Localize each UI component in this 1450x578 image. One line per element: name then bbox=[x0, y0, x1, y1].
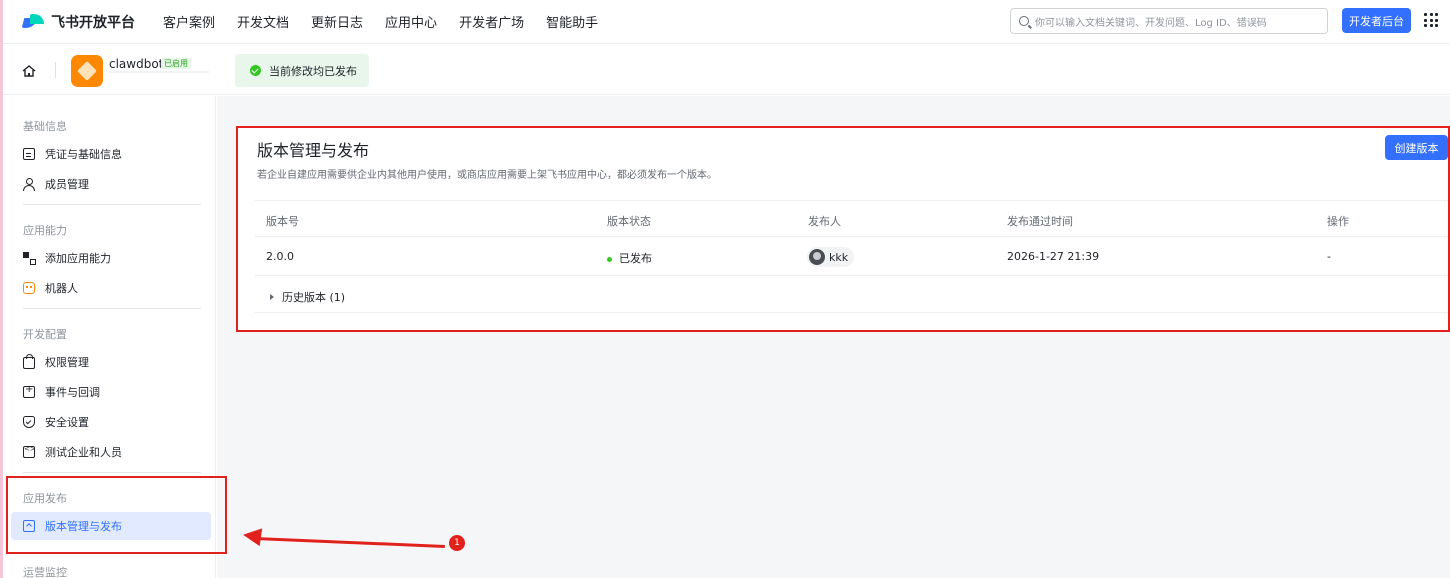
page-title: 版本管理与发布 bbox=[257, 141, 370, 160]
sidebar-item-label: 版本管理与发布 bbox=[45, 520, 122, 533]
upload-icon bbox=[23, 520, 35, 532]
robot-icon bbox=[23, 282, 35, 294]
feishu-logo[interactable]: 飞书开放平台 bbox=[21, 12, 135, 32]
logo-text: 飞书开放平台 bbox=[51, 14, 135, 31]
caret-right-icon bbox=[270, 294, 274, 300]
nav-ai-assistant[interactable]: 智能助手 bbox=[546, 12, 598, 31]
app-header-bar: clawdbot 已启用 当前修改均已发布 bbox=[3, 45, 1450, 95]
sidebar-item-label: 成员管理 bbox=[45, 178, 89, 191]
divider bbox=[23, 472, 201, 473]
search-placeholder: 你可以输入文档关键词、开发问题、Log ID、错误码 bbox=[1035, 17, 1267, 29]
avatar bbox=[809, 249, 825, 265]
nav-app-center[interactable]: 应用中心 bbox=[385, 12, 437, 31]
check-circle-icon bbox=[250, 65, 261, 76]
table-row: 2.0.0 已发布 kkk 2026-1-27 21:39 - bbox=[255, 238, 1448, 276]
nav-customer-cases[interactable]: 客户案例 bbox=[163, 12, 215, 31]
sidebar-item-label: 权限管理 bbox=[45, 356, 89, 369]
action-cell: - bbox=[1327, 250, 1331, 263]
sidebar-item-test-users[interactable]: 测试企业和人员 bbox=[11, 438, 211, 466]
sidebar-item-members[interactable]: 成员管理 bbox=[11, 170, 211, 198]
sidebar-item-add-capability[interactable]: 添加应用能力 bbox=[11, 244, 211, 272]
status-text: 已发布 bbox=[619, 252, 652, 265]
sidebar-item-label: 添加应用能力 bbox=[45, 252, 111, 265]
sidebar-item-events[interactable]: 事件与回调 bbox=[11, 378, 211, 406]
sidebar-item-label: 安全设置 bbox=[45, 416, 89, 429]
sidebar-item-credentials[interactable]: 凭证与基础信息 bbox=[11, 140, 211, 168]
developer-console-button[interactable]: 开发者后台 bbox=[1342, 8, 1411, 33]
sidebar-group-capabilities: 应用能力 bbox=[23, 224, 67, 237]
nav-menu: 客户案例 开发文档 更新日志 应用中心 开发者广场 智能助手 bbox=[163, 12, 620, 31]
annotation-step-marker: 1 bbox=[449, 535, 465, 551]
app-grid-icon[interactable] bbox=[1424, 13, 1438, 27]
home-icon[interactable] bbox=[22, 65, 36, 77]
lock-icon bbox=[23, 354, 35, 369]
nav-changelog[interactable]: 更新日志 bbox=[311, 12, 363, 31]
version-number: 2.0.0 bbox=[266, 250, 294, 263]
publish-time: 2026-1-27 21:39 bbox=[1007, 250, 1100, 263]
sidebar-group-dev-config: 开发配置 bbox=[23, 328, 67, 341]
publisher-chip[interactable]: kkk bbox=[807, 247, 855, 267]
sidebar-item-version-release[interactable]: 版本管理与发布 bbox=[11, 512, 211, 540]
sidebar-item-label: 凭证与基础信息 bbox=[45, 148, 122, 161]
sidebar-item-label: 机器人 bbox=[45, 282, 78, 295]
sidebar-group-monitoring: 运营监控 bbox=[23, 566, 67, 578]
sidebar-item-label: 测试企业和人员 bbox=[45, 446, 122, 459]
app-avatar[interactable] bbox=[71, 55, 103, 87]
app-name: clawdbot bbox=[109, 57, 164, 71]
sidebar-item-label: 事件与回调 bbox=[45, 386, 100, 399]
column-header-version: 版本号 bbox=[266, 215, 299, 228]
app-status-badge: 已启用 bbox=[161, 58, 191, 69]
sidebar-group-release: 应用发布 bbox=[23, 492, 67, 505]
create-version-button[interactable]: 创建版本 bbox=[1385, 135, 1448, 160]
nav-dev-docs[interactable]: 开发文档 bbox=[237, 12, 289, 31]
history-versions-row[interactable]: 历史版本 (1) bbox=[255, 277, 1448, 313]
column-header-action: 操作 bbox=[1327, 215, 1349, 228]
card-icon bbox=[23, 148, 35, 160]
code-icon bbox=[23, 445, 36, 458]
status-dot-icon bbox=[607, 256, 612, 262]
column-header-time: 发布通过时间 bbox=[1007, 215, 1073, 228]
cube-icon bbox=[77, 61, 97, 81]
history-versions-toggle[interactable]: 历史版本 (1) bbox=[270, 289, 345, 305]
version-status: 已发布 bbox=[607, 250, 652, 266]
history-label: 历史版本 (1) bbox=[282, 291, 346, 304]
app-subtitle bbox=[109, 71, 209, 73]
publisher-name: kkk bbox=[829, 250, 849, 264]
column-header-status: 版本状态 bbox=[607, 215, 651, 228]
shield-icon bbox=[23, 416, 35, 428]
event-icon bbox=[23, 384, 35, 398]
divider bbox=[23, 308, 201, 309]
sidebar: 基础信息 凭证与基础信息 成员管理 应用能力 添加应用能力 机器人 开发配置 权… bbox=[3, 96, 216, 578]
table-header: 版本号 版本状态 发布人 发布通过时间 操作 bbox=[255, 200, 1448, 237]
divider bbox=[23, 204, 201, 205]
publish-status-banner: 当前修改均已发布 bbox=[235, 54, 369, 87]
nav-dev-square[interactable]: 开发者广场 bbox=[459, 12, 524, 31]
add-grid-icon bbox=[23, 252, 36, 265]
sidebar-group-basic: 基础信息 bbox=[23, 120, 67, 133]
column-header-publisher: 发布人 bbox=[808, 215, 841, 228]
feishu-logo-icon bbox=[21, 13, 45, 30]
annotation-arrow-head-icon bbox=[241, 525, 263, 547]
sidebar-item-bot[interactable]: 机器人 bbox=[11, 274, 211, 302]
publish-status-text: 当前修改均已发布 bbox=[269, 64, 357, 78]
sidebar-item-permissions[interactable]: 权限管理 bbox=[11, 348, 211, 376]
page-description: 若企业自建应用需要供企业内其他用户使用，或商店应用需要上架飞书应用中心，都必须发… bbox=[257, 170, 717, 181]
search-input[interactable]: 你可以输入文档关键词、开发问题、Log ID、错误码 bbox=[1010, 8, 1328, 34]
sidebar-item-security[interactable]: 安全设置 bbox=[11, 408, 211, 436]
search-icon bbox=[1019, 16, 1029, 26]
divider bbox=[55, 62, 56, 78]
user-icon bbox=[23, 178, 35, 191]
